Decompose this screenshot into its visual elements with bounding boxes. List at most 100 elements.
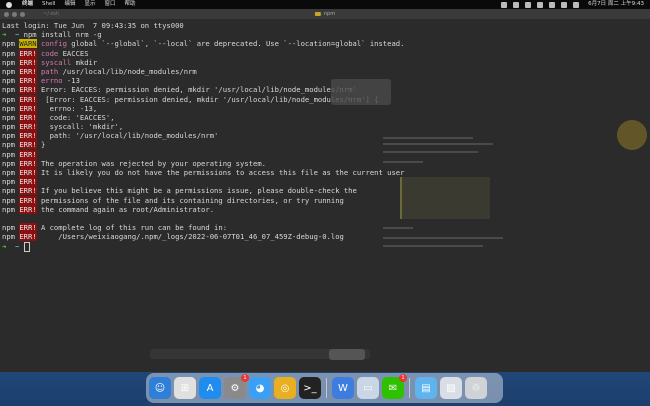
error-badge: ERR! — [19, 103, 37, 113]
terminal-text: ~ — [14, 30, 24, 40]
terminal-text: npm — [2, 39, 20, 49]
terminal-line: npm ERR! } — [2, 140, 650, 150]
control-center-icon[interactable] — [573, 1, 580, 8]
background-text-row — [383, 237, 503, 239]
error-badge: ERR! — [19, 140, 37, 150]
system-preferences-icon[interactable]: ⚙ 1 — [224, 374, 249, 399]
terminal-line: npm ERR! If you believe this might be a … — [2, 186, 650, 196]
window-title: npm — [314, 11, 335, 17]
preview-icon[interactable]: ▭ — [357, 377, 379, 399]
terminal-line: npm ERR! syscall: 'mkdir', — [2, 122, 650, 132]
terminal-text: npm — [2, 48, 20, 58]
notification-badge: 1 — [399, 374, 407, 382]
terminal-text: npm — [2, 76, 20, 86]
terminal-line: npm ERR! errno -13 — [2, 76, 650, 86]
error-badge: ERR! — [19, 223, 37, 233]
error-badge: ERR! — [19, 177, 37, 187]
background-button — [329, 349, 365, 360]
menu-clock[interactable]: 6月7日 周二 上午9:43 — [588, 0, 644, 9]
terminal-line: npm ERR! [Error: EACCES: permission deni… — [2, 94, 650, 104]
background-popover — [331, 79, 391, 105]
terminal-text: path: '/usr/local/lib/node_modules/nrm' — [36, 131, 219, 141]
dock-icon-glyph: >_ — [303, 382, 317, 394]
terminal-window[interactable]: ~/-zsh npm Last login: Tue Jun 7 09:43:3… — [0, 9, 650, 372]
menu-app-name[interactable]: 终端 — [22, 0, 33, 9]
menu-view[interactable]: 显示 — [84, 0, 95, 9]
app-store-icon[interactable]: A — [199, 377, 221, 399]
dock-icon-glyph: ☺ — [154, 382, 166, 394]
tray-icon[interactable] — [537, 1, 544, 8]
tray-icon[interactable] — [513, 1, 520, 8]
terminal-text: code — [40, 48, 59, 58]
error-badge: ERR! — [19, 94, 37, 104]
apple-icon[interactable] — [6, 1, 12, 8]
terminal-text: npm — [2, 112, 20, 122]
zoom-button[interactable] — [20, 11, 25, 17]
terminal-text: npm — [2, 195, 20, 205]
terminal-text: permissions of the file and its containi… — [36, 195, 344, 205]
terminal-text: mkdir — [71, 57, 98, 67]
wifi-icon[interactable] — [549, 1, 556, 8]
terminal-text: } — [36, 140, 46, 150]
error-badge: ERR! — [19, 76, 37, 86]
dock-icon-glyph: ◕ — [255, 382, 265, 394]
dock-icon-glyph: ▤ — [421, 382, 431, 394]
terminal-output[interactable]: Last login: Tue Jun 7 09:43:35 on ttys00… — [0, 19, 650, 252]
wps-icon[interactable]: W — [332, 377, 354, 399]
error-badge: ERR! — [19, 195, 37, 205]
background-text-row — [383, 137, 473, 139]
close-button[interactable] — [4, 11, 9, 17]
terminal-line: npm ERR! A complete log of this run can … — [2, 223, 650, 233]
search-icon[interactable] — [561, 1, 568, 8]
terminal-text: npm install nrm -g — [23, 30, 102, 40]
error-badge: ERR! — [19, 57, 37, 67]
menu-help[interactable]: 帮助 — [124, 0, 135, 9]
trash-icon[interactable]: ♲ — [465, 377, 487, 399]
terminal-text: The operation was rejected by your opera… — [36, 158, 266, 168]
terminal-text: npm — [2, 131, 20, 141]
error-badge: ERR! — [19, 48, 37, 58]
terminal-text: npm — [2, 149, 20, 159]
menu-window[interactable]: 窗口 — [104, 0, 115, 9]
terminal-text: ➜ — [2, 30, 15, 40]
qq-icon[interactable]: ◕ — [249, 377, 271, 399]
terminal-line: npm ERR! It is likely you do not have th… — [2, 168, 650, 177]
background-text-row — [383, 161, 423, 163]
menu-shell[interactable]: Shell — [42, 0, 55, 9]
launchpad-icon[interactable]: ⊞ — [174, 377, 196, 399]
error-badge: ERR! — [19, 131, 37, 141]
terminal-text: -13 — [62, 76, 80, 86]
tray-icon[interactable] — [525, 1, 532, 8]
window-subtitle: ~/-zsh — [43, 11, 60, 17]
chrome-icon[interactable]: ◎ — [274, 377, 296, 399]
error-badge: ERR! — [19, 66, 37, 76]
wechat-icon[interactable]: ✉ 1 — [382, 374, 407, 399]
terminal-line: npm ERR! syscall mkdir — [2, 57, 650, 67]
terminal-text: npm — [2, 158, 20, 168]
terminal-text: [Error: EACCES: permission denied, mkdir… — [36, 94, 379, 104]
terminal-text: EACCES — [58, 48, 89, 58]
terminal-text: the command again as root/Administrator. — [36, 204, 215, 214]
dock-icon-glyph: ✉ — [388, 382, 398, 394]
terminal-line: npm ERR! /Users/weixiaogang/.npm/_logs/2… — [2, 232, 650, 242]
title-bar[interactable]: ~/-zsh npm — [0, 9, 650, 19]
finder-icon[interactable]: ☺ — [149, 377, 171, 399]
tray-icon[interactable] — [501, 1, 508, 8]
terminal-text: npm — [2, 66, 20, 76]
terminal-text: syscall: 'mkdir', — [36, 122, 124, 132]
terminal-text: npm — [2, 140, 20, 150]
terminal-text: ~ — [14, 241, 24, 251]
background-code-block — [400, 177, 490, 219]
terminal-line: npm ERR! the command again as root/Admin… — [2, 204, 650, 214]
image-icon[interactable]: ▨ — [440, 377, 462, 399]
terminal-line: npm ERR! — [2, 177, 650, 187]
terminal-line: ➜ ~ npm install nrm -g — [2, 30, 650, 39]
terminal-text: errno — [40, 76, 63, 86]
minimize-button[interactable] — [12, 11, 17, 17]
notification-badge: 1 — [241, 374, 249, 382]
background-avatar — [617, 120, 647, 150]
terminal-line: npm ERR! errno: -13, — [2, 103, 650, 113]
terminal-icon[interactable]: >_ — [299, 377, 321, 399]
menu-edit[interactable]: 编辑 — [64, 0, 75, 9]
folder-icon[interactable]: ▤ — [415, 377, 437, 399]
